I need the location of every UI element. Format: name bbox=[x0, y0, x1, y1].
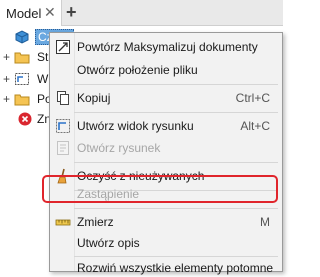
menu-item-label: Kopiuj bbox=[77, 91, 111, 105]
menu-item-shortcut: Ctrl+C bbox=[235, 91, 270, 105]
tab-model[interactable]: Model ✕ bbox=[0, 0, 62, 26]
menu-item-label: Zmierz bbox=[77, 215, 114, 229]
menu-item-measure[interactable]: Zmierz M bbox=[50, 211, 282, 233]
folder-icon bbox=[14, 52, 30, 64]
menu-item-create-drawing-view[interactable]: Utwórz widok rysunku Alt+C bbox=[50, 115, 282, 137]
expand-icon[interactable]: + bbox=[3, 72, 10, 86]
expand-icon[interactable]: + bbox=[3, 50, 10, 64]
context-menu: Powtórz Maksymalizuj dokumenty Otwórz po… bbox=[49, 32, 283, 275]
menu-item-label: Powtórz Maksymalizuj dokumenty bbox=[77, 40, 258, 54]
tab-model-label: Model bbox=[6, 6, 42, 21]
menu-separator bbox=[74, 162, 278, 163]
copy-icon bbox=[57, 91, 69, 105]
browser-tabbar: Model ✕ + bbox=[0, 0, 283, 26]
expand-icon[interactable]: + bbox=[3, 92, 10, 106]
close-icon[interactable]: ✕ bbox=[44, 4, 56, 21]
error-icon bbox=[18, 112, 32, 126]
menu-item-shortcut: M bbox=[260, 215, 270, 229]
menu-item-open-drawing[interactable]: Otwórz rysunek bbox=[50, 137, 282, 159]
menu-item-shortcut: Alt+C bbox=[240, 119, 270, 133]
menu-item-label: Utwórz widok rysunku bbox=[77, 119, 194, 133]
highlight-annotation bbox=[42, 175, 278, 203]
open-drawing-icon bbox=[57, 141, 69, 155]
menu-item-label: Rozwiń wszystkie elementy potomne bbox=[77, 261, 274, 275]
menu-item-label: Otwórz położenie pliku bbox=[77, 63, 198, 77]
menu-separator bbox=[74, 208, 278, 209]
part-icon bbox=[15, 30, 29, 44]
measure-icon bbox=[55, 219, 71, 226]
menu-item-open-file-location[interactable]: Otwórz położenie pliku bbox=[50, 59, 282, 81]
add-tab-icon[interactable]: + bbox=[66, 2, 77, 23]
maximize-icon bbox=[56, 40, 70, 54]
menu-item-expand-all-children[interactable]: Rozwiń wszystkie elementy potomne bbox=[50, 255, 282, 277]
menu-item-maximize[interactable]: Powtórz Maksymalizuj dokumenty bbox=[50, 36, 282, 58]
folder-icon bbox=[14, 94, 30, 106]
drawing-view-icon bbox=[56, 119, 70, 133]
menu-separator bbox=[74, 112, 278, 113]
menu-item-copy[interactable]: Kopiuj Ctrl+C bbox=[50, 87, 282, 109]
menu-separator bbox=[74, 84, 278, 85]
menu-item-label: Otwórz rysunek bbox=[77, 141, 161, 155]
menu-item-label: Utwórz opis bbox=[77, 236, 140, 250]
menu-item-create-note[interactable]: Utwórz opis bbox=[50, 232, 282, 254]
view-icon bbox=[15, 73, 29, 85]
